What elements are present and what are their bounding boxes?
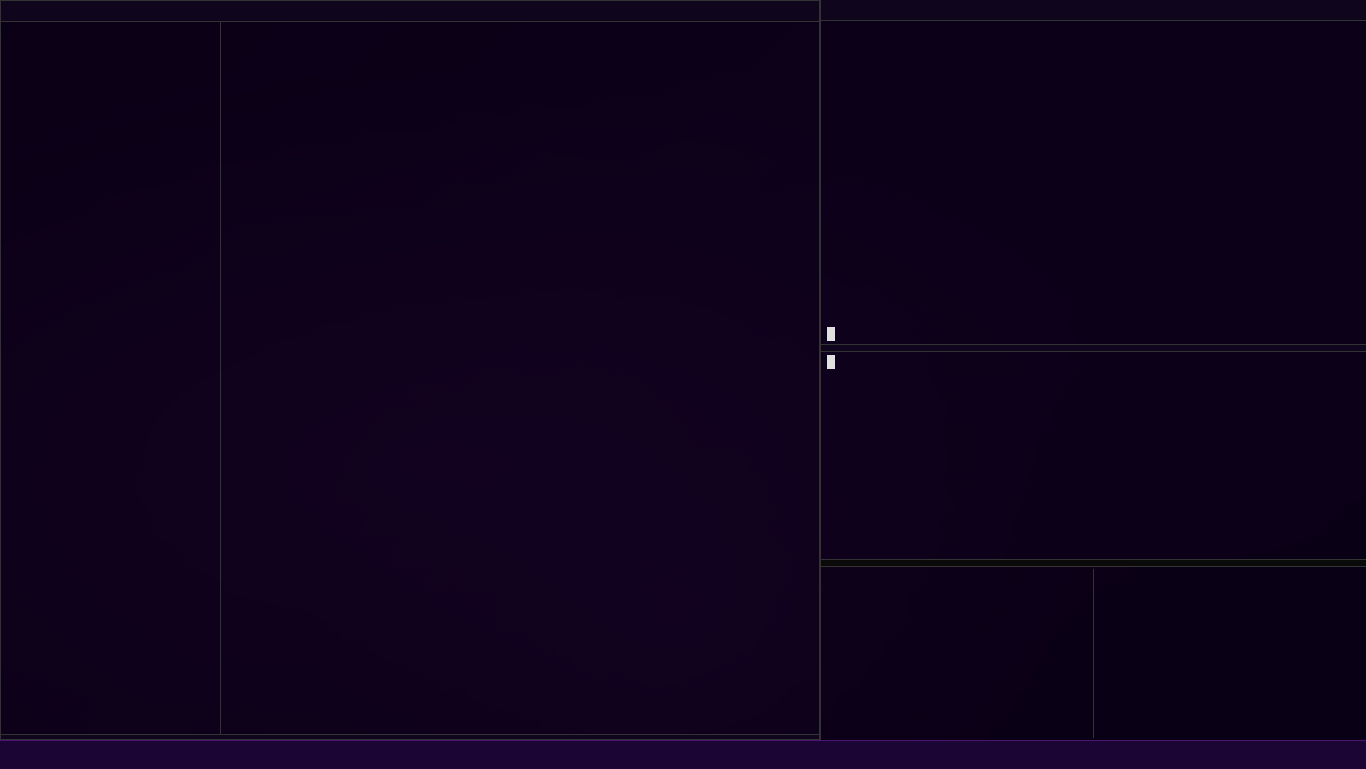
taskbar: [0, 740, 1366, 769]
neofetch-prompt: [821, 324, 1366, 344]
terminal2-titlebar: [821, 345, 1366, 352]
htop-panel: [821, 560, 1366, 740]
terminal2-prompt: [821, 352, 1366, 372]
status-bar: [1, 734, 819, 739]
right-panels: [820, 0, 1366, 740]
title-sep: [9, 4, 16, 18]
sidebar-panel: [1, 22, 221, 734]
htop-stats-col: [1093, 569, 1366, 738]
neofetch-content: [821, 21, 1366, 318]
terminal2-cursor: [827, 355, 835, 369]
file-manager-panel: [0, 0, 820, 740]
file-manager-content: [1, 22, 819, 734]
main-container: [0, 0, 1366, 740]
color-blocks: [821, 316, 1366, 324]
ascii-art: [825, 25, 1095, 314]
htop-two-col: [821, 567, 1366, 740]
neofetch-cursor: [827, 327, 835, 341]
neofetch-panel: [821, 0, 1366, 345]
file-list-panel: [221, 22, 819, 734]
neofetch-titlebar: [821, 0, 1366, 21]
htop-header: [821, 560, 1366, 567]
file-manager-titlebar: [1, 1, 819, 22]
system-info: [1095, 25, 1362, 314]
terminal2-panel: [821, 345, 1366, 560]
htop-cpu-col: [821, 569, 1093, 738]
